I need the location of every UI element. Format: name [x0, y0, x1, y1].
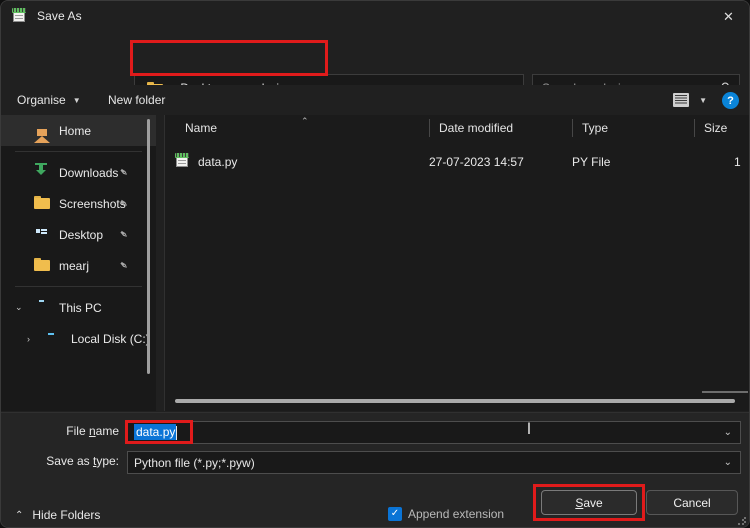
- folder-icon: [34, 195, 50, 212]
- sidebar-item-downloads[interactable]: Downloads ✒: [1, 157, 156, 188]
- sidebar-item-screenshots[interactable]: Screenshots ✒: [1, 188, 156, 219]
- command-bar: Organise ▼ New folder ▼ ?: [1, 85, 749, 115]
- file-type-cell: PY File: [572, 155, 611, 169]
- save-as-type-label: Save as type:: [46, 454, 119, 468]
- sidebar-item-label: Downloads: [59, 165, 119, 180]
- navigation-bar: ← → ⌄ ↑ › Desktop › analysis ⌄ ⟳ ⚲: [1, 31, 749, 138]
- sidebar-item-home[interactable]: Home: [1, 115, 156, 146]
- sidebar-item-label: Home: [59, 123, 92, 138]
- column-header-size[interactable]: Size: [694, 115, 749, 141]
- file-name-value: data.py: [134, 424, 177, 441]
- chevron-down-icon[interactable]: ⌄: [724, 427, 732, 438]
- sidebar-item-local-disk[interactable]: › Local Disk (C:): [1, 323, 156, 354]
- horizontal-scrollbar[interactable]: [175, 399, 735, 403]
- file-name: data.py: [198, 155, 238, 169]
- new-folder-button[interactable]: New folder: [108, 85, 165, 115]
- organise-button[interactable]: Organise ▼: [17, 85, 81, 115]
- save-button[interactable]: Save: [541, 490, 637, 515]
- sidebar-item-this-pc[interactable]: ⌄ This PC: [1, 292, 156, 323]
- column-headers: Name ⌃ Date modified Type Size: [165, 115, 749, 141]
- view-options-icon[interactable]: [673, 93, 689, 107]
- table-row[interactable]: data.py 27-07-2023 14:57 PY File 1: [165, 149, 749, 175]
- sort-ascending-icon: ⌃: [301, 116, 309, 126]
- chevron-down-icon[interactable]: ⌄: [724, 457, 732, 468]
- vertical-scrollbar[interactable]: [702, 391, 748, 393]
- chevron-up-icon: ⌃: [15, 509, 24, 521]
- column-header-type[interactable]: Type: [572, 115, 694, 141]
- hide-folders-button[interactable]: ⌃ Hide Folders: [15, 508, 100, 522]
- sidebar-item-label: Screenshots: [59, 196, 126, 211]
- sidebar-item-label: This PC: [59, 300, 102, 315]
- folder-icon: [34, 257, 50, 274]
- organise-label: Organise: [17, 93, 66, 107]
- save-as-dialog: Save As ✕ ← → ⌄ ↑ › Desktop › analysis ⌄…: [0, 0, 750, 528]
- chevron-right-icon[interactable]: ›: [27, 334, 30, 344]
- chevron-down-icon[interactable]: ▼: [699, 96, 707, 105]
- home-icon: [34, 121, 50, 143]
- sidebar-item-label: mearj: [59, 258, 90, 273]
- chevron-down-icon[interactable]: ⌄: [15, 302, 23, 313]
- navigation-pane: Home Downloads ✒ Screenshots ✒ Desktop ✒…: [1, 115, 156, 411]
- file-list: Name ⌃ Date modified Type Size data.py 2…: [165, 115, 749, 411]
- python-file-icon: [175, 153, 190, 171]
- save-as-type-select[interactable]: Python file (*.py;*.pyw) ⌄: [127, 451, 741, 474]
- append-extension-checkbox[interactable]: ✓: [388, 507, 402, 521]
- sidebar-item-label: Desktop: [59, 227, 104, 242]
- text-cursor-icon: I: [526, 419, 532, 438]
- file-name-label: File name: [66, 424, 119, 438]
- sidebar-item-label: Local Disk (C:): [71, 331, 150, 346]
- save-as-type-value: Python file (*.py;*.pyw): [134, 455, 255, 470]
- window-title: Save As: [37, 9, 82, 23]
- hide-folders-label: Hide Folders: [32, 508, 101, 522]
- append-extension-label: Append extension: [408, 507, 505, 521]
- disk-icon: [46, 331, 62, 347]
- desktop-icon: [34, 227, 50, 243]
- sidebar-item-mearj[interactable]: mearj ✒: [1, 250, 156, 281]
- close-icon[interactable]: ✕: [706, 1, 749, 31]
- cancel-button[interactable]: Cancel: [646, 490, 738, 515]
- resize-grip[interactable]: [737, 516, 747, 526]
- sidebar-item-desktop[interactable]: Desktop ✒: [1, 219, 156, 250]
- file-name-cell[interactable]: data.py: [175, 149, 237, 175]
- sidebar-divider: [15, 286, 142, 287]
- pin-icon[interactable]: ✒: [116, 227, 131, 242]
- sidebar-scrollbar[interactable]: [147, 119, 150, 374]
- downloads-icon: [34, 162, 50, 181]
- file-size-cell: 1: [734, 155, 741, 169]
- new-folder-label: New folder: [108, 93, 166, 107]
- sidebar-divider: [15, 151, 142, 152]
- column-header-date-modified[interactable]: Date modified: [429, 115, 572, 141]
- save-form: File name data.py ⌄ Save as type: Python…: [1, 412, 749, 527]
- chevron-down-icon: ▼: [72, 95, 81, 105]
- file-name-input[interactable]: data.py ⌄: [127, 421, 741, 444]
- this-pc-icon: [34, 300, 50, 316]
- notepad-icon: [12, 8, 28, 24]
- pin-icon[interactable]: ✒: [116, 258, 131, 273]
- file-date-cell: 27-07-2023 14:57: [429, 155, 524, 169]
- help-icon[interactable]: ?: [722, 92, 739, 109]
- append-extension-option[interactable]: ✓ Append extension: [388, 507, 504, 521]
- title-bar: Save As ✕: [1, 1, 749, 31]
